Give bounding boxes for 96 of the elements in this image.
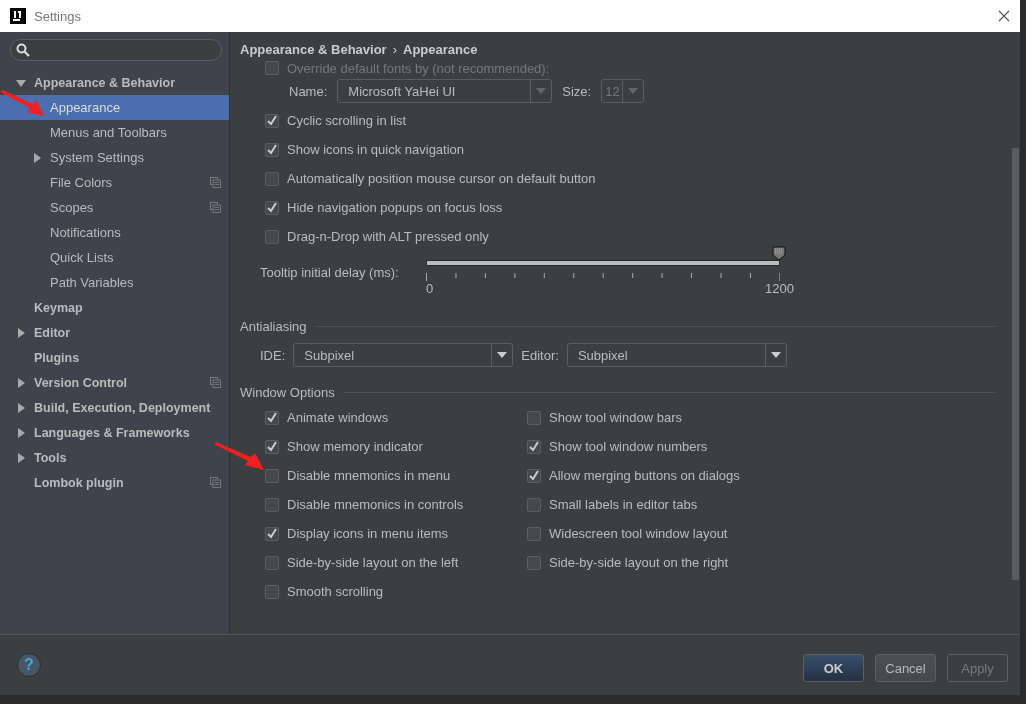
checkbox-label: Small labels in editor tabs	[549, 497, 698, 512]
checkbox[interactable]	[265, 526, 279, 541]
collapsed-triangle-icon	[16, 452, 26, 463]
copy-icon	[210, 202, 221, 213]
checkbox-label: Disable mnemonics in controls	[287, 497, 464, 512]
checkbox[interactable]	[265, 113, 279, 128]
settings-tree-item[interactable]: Appearance & Behavior	[0, 70, 229, 95]
checkbox[interactable]	[265, 200, 279, 215]
settings-tree-item[interactable]: File Colors	[0, 170, 229, 195]
ide-antialiasing-dropdown[interactable]: Subpixel	[293, 343, 514, 367]
checkbox[interactable]	[265, 497, 279, 512]
settings-tree-item[interactable]: Editor	[0, 320, 229, 345]
slider-min-label: 0	[426, 281, 434, 296]
help-button[interactable]: ?	[17, 653, 41, 677]
section-title: Antialiasing	[240, 318, 307, 334]
checkbox[interactable]	[265, 468, 279, 483]
checkbox[interactable]	[527, 497, 541, 512]
checkbox[interactable]	[527, 468, 541, 483]
slider-thumb[interactable]	[772, 246, 786, 261]
ok-button[interactable]: OK	[803, 654, 864, 682]
collapsed-triangle-icon	[16, 427, 26, 438]
app-logo-icon	[10, 8, 26, 24]
checkbox-label: Allow merging buttons on dialogs	[549, 468, 740, 483]
settings-tree-item[interactable]: Languages & Frameworks	[0, 420, 229, 445]
checkbox[interactable]	[527, 555, 541, 570]
checkbox-label: Automatically position mouse cursor on default button	[287, 171, 596, 186]
close-icon[interactable]	[998, 10, 1010, 22]
settings-tree-item[interactable]: Quick Lists	[0, 245, 229, 270]
checkbox[interactable]	[265, 584, 279, 599]
checkbox-label: Show memory indicator	[287, 439, 423, 454]
settings-tree-item[interactable]: Scopes	[0, 195, 229, 220]
copy-icon	[210, 377, 221, 388]
settings-tree-item[interactable]: Tools	[0, 445, 229, 470]
checkbox[interactable]	[265, 142, 279, 157]
dropdown-arrow-icon	[497, 352, 508, 358]
checkbox[interactable]	[527, 410, 541, 425]
section-title: Window Options	[240, 384, 335, 400]
checkbox-label: Disable mnemonics in menu	[287, 468, 451, 483]
checkbox[interactable]	[265, 439, 279, 454]
search-icon	[16, 43, 30, 57]
checkbox[interactable]	[265, 410, 279, 425]
breadcrumb-separator: ›	[392, 42, 397, 57]
checkbox-label: Animate windows	[287, 410, 389, 425]
checkbox-label: Override default fonts by (not recommended):	[287, 60, 550, 76]
annotation-arrow	[214, 442, 266, 472]
checkbox-label: Display icons in menu items	[287, 526, 449, 541]
checkbox[interactable]	[265, 555, 279, 570]
copy-icon	[210, 177, 221, 188]
expanded-triangle-icon	[16, 77, 26, 88]
settings-tree-item[interactable]: Build, Execution, Deployment	[0, 395, 229, 420]
checkbox-label: Cyclic scrolling in list	[287, 113, 407, 128]
checkbox-label: Hide navigation popups on focus loss	[287, 200, 503, 215]
collapsed-triangle-icon	[32, 152, 42, 163]
checkbox[interactable]	[265, 229, 279, 244]
checkbox-label: Show tool window bars	[549, 410, 682, 425]
collapsed-triangle-icon	[16, 377, 26, 388]
settings-tree-item[interactable]: Notifications	[0, 220, 229, 245]
scrollbar-thumb[interactable]	[1012, 148, 1019, 580]
dropdown-arrow-icon	[536, 88, 547, 94]
checkbox-label: Side-by-side layout on the left	[287, 555, 459, 570]
settings-tree-item[interactable]: Version Control	[0, 370, 229, 395]
settings-tree-item[interactable]: Keymap	[0, 295, 229, 320]
field-label: IDE:	[260, 347, 286, 363]
settings-tree-item[interactable]: Appearance	[0, 95, 229, 120]
font-name-dropdown[interactable]: Microsoft YaHei UI	[337, 79, 553, 103]
settings-tree-item[interactable]: Lombok plugin	[0, 470, 229, 495]
dialog-button[interactable]: Cancel	[875, 654, 936, 682]
copy-icon	[210, 477, 221, 488]
settings-tree-item[interactable]: Path Variables	[0, 270, 229, 295]
settings-tree-item[interactable]: Menus and Toolbars	[0, 120, 229, 145]
settings-tree-item[interactable]: System Settings	[0, 145, 229, 170]
collapsed-triangle-icon	[16, 327, 26, 338]
checkbox[interactable]	[265, 171, 279, 186]
checkbox-label: Show icons in quick navigation	[287, 142, 465, 157]
checkbox-label: Drag-n-Drop with ALT pressed only	[287, 229, 489, 244]
checkbox-label: Side-by-side layout on the right	[549, 555, 729, 570]
checkbox[interactable]	[265, 61, 279, 75]
collapsed-triangle-icon	[16, 402, 26, 413]
checkbox-label: Show tool window numbers	[549, 439, 708, 454]
slider-label: Tooltip initial delay (ms):	[260, 264, 400, 280]
checkbox-label: Widescreen tool window layout	[549, 526, 728, 541]
checkbox-label: Smooth scrolling	[287, 584, 384, 599]
breadcrumb-item: Appearance	[403, 42, 478, 57]
dropdown-arrow-icon	[628, 88, 639, 94]
window-title: Settings	[34, 8, 82, 24]
field-label: Size:	[562, 83, 592, 99]
field-label: Name:	[289, 83, 328, 99]
breadcrumb-item[interactable]: Appearance & Behavior	[240, 42, 387, 57]
slider-max-label: 1200	[765, 281, 794, 296]
field-label: Editor:	[521, 347, 559, 363]
search-field[interactable]	[10, 39, 222, 61]
dropdown-arrow-icon	[770, 352, 781, 358]
editor-antialiasing-dropdown[interactable]: Subpixel	[566, 343, 787, 367]
settings-tree-item[interactable]: Plugins	[0, 345, 229, 370]
checkbox[interactable]	[527, 526, 541, 541]
checkbox[interactable]	[527, 439, 541, 454]
